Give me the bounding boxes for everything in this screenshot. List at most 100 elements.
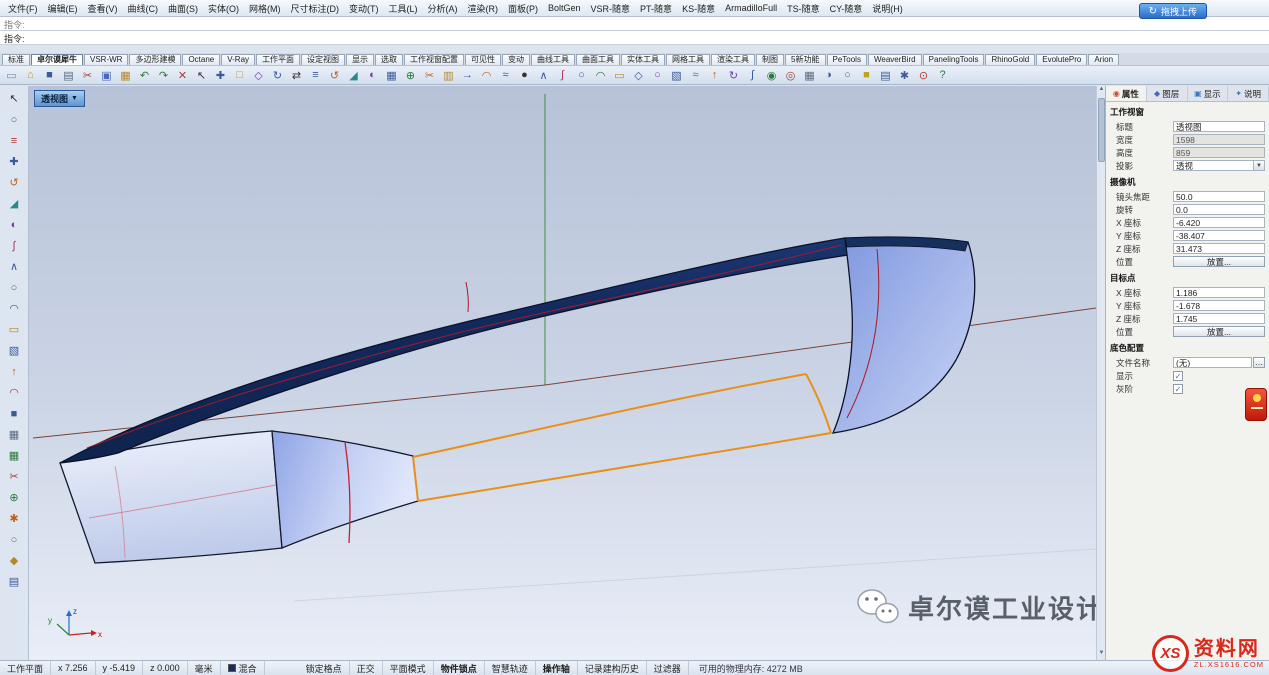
cplane-button[interactable]: 工作平面 bbox=[0, 661, 51, 675]
extrude-surface-icon[interactable]: ↑ bbox=[4, 362, 25, 381]
toolbar-tab[interactable]: WeaverBird bbox=[868, 54, 922, 65]
model-canvas[interactable]: x z y bbox=[29, 86, 1096, 660]
property-value[interactable]: -38.407 bbox=[1173, 230, 1265, 241]
trim-icon[interactable]: ✂ bbox=[420, 67, 439, 84]
rectangle-icon[interactable]: ▭ bbox=[4, 320, 25, 339]
toolbar-tab[interactable]: Octane bbox=[182, 54, 220, 65]
viewport-scrollbar[interactable]: ▲ ▼ bbox=[1096, 86, 1105, 660]
array-icon[interactable]: ▦ bbox=[4, 446, 25, 465]
promo-badge[interactable] bbox=[1245, 388, 1267, 421]
split-icon[interactable]: ▥ bbox=[439, 67, 458, 84]
toolbar-tab[interactable]: 设定视图 bbox=[301, 54, 345, 65]
mirror-icon[interactable]: ◐ bbox=[4, 215, 25, 234]
boolean-union-icon[interactable]: ◉ bbox=[762, 67, 781, 84]
explode-icon[interactable]: ✱ bbox=[4, 509, 25, 528]
viewport-title-tab[interactable]: 透视图 ▼ bbox=[34, 90, 85, 107]
toolbar-tab[interactable]: 5新功能 bbox=[785, 54, 825, 65]
menu-item[interactable]: 查看(V) bbox=[83, 1, 123, 16]
property-value[interactable]: 放置... bbox=[1173, 326, 1265, 337]
toolbar-tab[interactable]: PanelingTools bbox=[923, 54, 985, 65]
ellipse-icon[interactable]: ○ bbox=[648, 67, 667, 84]
toolbar-tab[interactable]: 卓尔谟犀牛 bbox=[31, 54, 83, 65]
move-icon[interactable]: ✚ bbox=[4, 152, 25, 171]
menu-item[interactable]: 工具(L) bbox=[384, 1, 423, 16]
properties-icon[interactable]: ✱ bbox=[895, 67, 914, 84]
menu-item[interactable]: 曲线(C) bbox=[123, 1, 164, 16]
scale-icon[interactable]: ◢ bbox=[4, 194, 25, 213]
property-value[interactable]: (无) bbox=[1173, 357, 1252, 368]
browse-button[interactable]: … bbox=[1253, 357, 1265, 368]
zoom-window-icon[interactable]: □ bbox=[230, 67, 249, 84]
select-brush-icon[interactable]: ○ bbox=[4, 110, 25, 129]
command-history-line[interactable]: 指令: bbox=[0, 17, 1269, 31]
mirror-icon[interactable]: ◐ bbox=[363, 67, 382, 84]
menu-item[interactable]: KS-随意 bbox=[677, 1, 720, 16]
toolbar-tab[interactable]: 多边形建模 bbox=[129, 54, 181, 65]
toolbar-tab[interactable]: Arion bbox=[1088, 54, 1119, 65]
property-value[interactable]: 1598 bbox=[1173, 134, 1265, 145]
property-value[interactable]: 透视图 bbox=[1173, 121, 1265, 132]
property-value[interactable]: 0.0 bbox=[1173, 204, 1265, 215]
toolbar-tab[interactable]: EvolutePro bbox=[1036, 54, 1087, 65]
status-toggle[interactable]: 锁定格点 bbox=[299, 661, 350, 675]
property-value[interactable]: 859 bbox=[1173, 147, 1265, 158]
dropdown-caret-icon[interactable]: ▼ bbox=[1254, 160, 1265, 171]
status-toggle[interactable]: 正交 bbox=[350, 661, 383, 675]
extend-icon[interactable]: → bbox=[458, 67, 477, 84]
menu-item[interactable]: 编辑(E) bbox=[43, 1, 83, 16]
point-icon[interactable]: ● bbox=[515, 67, 534, 84]
zoom-extents-icon[interactable]: ◇ bbox=[249, 67, 268, 84]
toolbar-tab[interactable]: 可见性 bbox=[465, 54, 501, 65]
menu-item[interactable]: 文件(F) bbox=[3, 1, 43, 16]
extrude-icon[interactable]: ↑ bbox=[705, 67, 724, 84]
rotate-icon[interactable]: ↺ bbox=[325, 67, 344, 84]
property-value[interactable]: 50.0 bbox=[1173, 191, 1265, 202]
circle-icon[interactable]: ○ bbox=[572, 67, 591, 84]
current-layer-button[interactable]: 混合 bbox=[221, 661, 265, 675]
pan-view-icon[interactable]: ✚ bbox=[211, 67, 230, 84]
select-icon[interactable]: ↖ bbox=[192, 67, 211, 84]
drag-upload-button[interactable]: ↻ 拖拽上传 bbox=[1139, 3, 1207, 19]
circle-icon[interactable]: ○ bbox=[4, 278, 25, 297]
property-value[interactable]: -1.678 bbox=[1173, 300, 1265, 311]
menu-item[interactable]: TS-随意 bbox=[782, 1, 825, 16]
redo-icon[interactable]: ↷ bbox=[154, 67, 173, 84]
menu-item[interactable]: CY-随意 bbox=[825, 1, 868, 16]
polyline-icon[interactable]: ∧ bbox=[4, 257, 25, 276]
status-toggle[interactable]: 过滤器 bbox=[647, 661, 689, 675]
surface-icon[interactable]: ▧ bbox=[4, 341, 25, 360]
cut-icon[interactable]: ✂ bbox=[78, 67, 97, 84]
toolbar-tab[interactable]: RhinoGold bbox=[985, 54, 1035, 65]
menu-item[interactable]: 变动(T) bbox=[344, 1, 384, 16]
sweep-icon[interactable]: ∫ bbox=[743, 67, 762, 84]
menu-item[interactable]: 网格(M) bbox=[244, 1, 286, 16]
offset-icon[interactable]: ≈ bbox=[496, 67, 515, 84]
toolbar-tab[interactable]: 标准 bbox=[2, 54, 30, 65]
toolbar-tab[interactable]: 曲面工具 bbox=[576, 54, 620, 65]
menu-item[interactable]: VSR-随意 bbox=[586, 1, 636, 16]
solid-icon[interactable]: ■ bbox=[4, 404, 25, 423]
save-icon[interactable]: ■ bbox=[40, 67, 59, 84]
rectangle-icon[interactable]: ▭ bbox=[610, 67, 629, 84]
arc-icon[interactable]: ◠ bbox=[591, 67, 610, 84]
status-toggle[interactable]: 记录建构历史 bbox=[578, 661, 647, 675]
fillet-icon[interactable]: ◠ bbox=[477, 67, 496, 84]
status-toggle[interactable]: 物件锁点 bbox=[434, 661, 485, 675]
menu-item[interactable]: ArmadilloFull bbox=[720, 2, 782, 14]
shaded-view-icon[interactable]: ◑ bbox=[819, 67, 838, 84]
property-value[interactable]: 1.745 bbox=[1173, 313, 1265, 324]
polygon-icon[interactable]: ◇ bbox=[629, 67, 648, 84]
polyline-icon[interactable]: ∧ bbox=[534, 67, 553, 84]
toolbar-tab[interactable]: 曲线工具 bbox=[531, 54, 575, 65]
trim-icon[interactable]: ✂ bbox=[4, 467, 25, 486]
status-toggle[interactable]: 智慧轨迹 bbox=[485, 661, 536, 675]
menu-item[interactable]: PT-随意 bbox=[635, 1, 677, 16]
menu-item[interactable]: 分析(A) bbox=[423, 1, 463, 16]
surface-icon[interactable]: ▧ bbox=[667, 67, 686, 84]
boolean-difference-icon[interactable]: ◎ bbox=[781, 67, 800, 84]
mesh-icon[interactable]: ▦ bbox=[4, 425, 25, 444]
render-icon[interactable]: ■ bbox=[857, 67, 876, 84]
toolbar-tab[interactable]: V-Ray bbox=[221, 54, 255, 65]
toolbar-tab[interactable]: 渲染工具 bbox=[711, 54, 755, 65]
wireframe-view-icon[interactable]: ○ bbox=[838, 67, 857, 84]
